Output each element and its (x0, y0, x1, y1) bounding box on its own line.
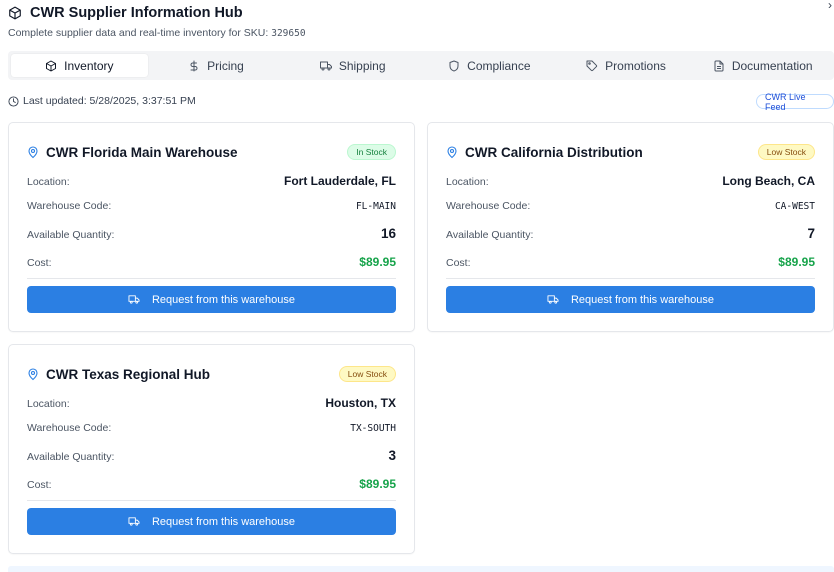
cost-value: $89.95 (359, 255, 396, 269)
package-icon (9, 6, 21, 20)
request-warehouse-button[interactable]: Request from this warehouse (446, 286, 815, 313)
divider (27, 500, 396, 501)
quantity-value: 3 (388, 448, 396, 463)
quantity-value: 7 (807, 226, 815, 241)
request-button-label: Request from this warehouse (151, 515, 296, 528)
tab-shipping[interactable]: Shipping (284, 54, 421, 77)
map-pin-icon (28, 145, 38, 158)
dollar-icon (190, 60, 198, 71)
last-updated: Last updated: 5/28/2025, 3:37:51 PM (8, 95, 196, 107)
truck-icon (128, 517, 140, 526)
map-pin-icon (447, 145, 457, 158)
warehouse-code-value: TX-SOUTH (350, 423, 396, 434)
stock-status-badge: Low Stock (338, 366, 396, 382)
clock-icon (8, 95, 19, 107)
quantity-label: Available Quantity: (446, 229, 534, 241)
request-button-label: Request from this warehouse (151, 293, 296, 306)
last-updated-text: Last updated: 5/28/2025, 3:37:51 PM (23, 95, 196, 107)
cost-value: $89.95 (778, 255, 815, 269)
request-button-label: Request from this warehouse (570, 293, 715, 306)
warehouse-card-california: CWR California Distribution Low Stock Lo… (427, 122, 834, 332)
quantity-value: 16 (380, 226, 396, 241)
map-pin-icon (28, 367, 38, 380)
warehouse-code-value: CA-WEST (774, 201, 815, 212)
divider (446, 278, 815, 279)
tab-label: Compliance (467, 58, 531, 73)
location-label: Location: (27, 398, 70, 410)
tab-inventory[interactable]: Inventory (11, 54, 148, 77)
tab-pricing[interactable]: Pricing (148, 54, 285, 77)
package-icon (46, 60, 57, 71)
location-label: Location: (27, 176, 70, 188)
tab-label: Pricing (207, 58, 244, 73)
cost-value: $89.95 (359, 477, 396, 491)
request-warehouse-button[interactable]: Request from this warehouse (27, 508, 396, 535)
warehouse-name: CWR California Distribution (465, 144, 643, 160)
cost-label: Cost: (27, 479, 52, 491)
divider (27, 278, 396, 279)
stock-status-badge: Low Stock (757, 144, 815, 160)
request-warehouse-button[interactable]: Request from this warehouse (27, 286, 396, 313)
location-value: Long Beach, CA (722, 174, 815, 188)
quantity-label: Available Quantity: (27, 229, 115, 241)
location-value: Fort Lauderdale, FL (283, 174, 396, 188)
subtitle-text: Complete supplier data and real-time inv… (8, 27, 272, 39)
tab-label: Inventory (64, 58, 114, 73)
truck-icon (547, 295, 559, 304)
truck-icon (128, 295, 140, 304)
sku-value: 329650 (271, 28, 306, 39)
bottom-panel-edge (8, 566, 834, 572)
truck-icon (319, 61, 332, 70)
shield-icon (449, 60, 459, 71)
location-value: Houston, TX (325, 396, 396, 410)
warehouse-code-label: Warehouse Code: (446, 200, 531, 212)
stock-status-badge: In Stock (347, 144, 396, 160)
tag-icon (586, 60, 598, 71)
tab-bar: Inventory Pricing Shipping Compliance Pr… (8, 51, 834, 80)
warehouse-name: CWR Texas Regional Hub (46, 366, 211, 382)
tab-label: Documentation (731, 58, 813, 73)
warehouse-name: CWR Florida Main Warehouse (46, 144, 238, 160)
tab-compliance[interactable]: Compliance (421, 54, 558, 77)
page-title: CWR Supplier Information Hub (30, 5, 243, 21)
tab-documentation[interactable]: Documentation (694, 54, 831, 77)
tab-label: Promotions (605, 58, 666, 73)
tab-promotions[interactable]: Promotions (558, 54, 695, 77)
close-chevron-icon[interactable]: › (828, 0, 832, 11)
location-label: Location: (446, 176, 489, 188)
warehouse-code-value: FL-MAIN (355, 201, 396, 212)
page-subtitle: Complete supplier data and real-time inv… (8, 27, 808, 39)
tab-label: Shipping (338, 58, 386, 73)
header: CWR Supplier Information Hub Complete su… (8, 4, 808, 39)
quantity-label: Available Quantity: (27, 451, 115, 463)
warehouse-code-label: Warehouse Code: (27, 422, 112, 434)
warehouse-code-label: Warehouse Code: (27, 200, 112, 212)
warehouse-card-florida: CWR Florida Main Warehouse In Stock Loca… (8, 122, 415, 332)
document-icon (714, 60, 724, 71)
live-feed-badge: CWR Live Feed (756, 92, 834, 112)
cost-label: Cost: (27, 257, 52, 269)
warehouse-card-texas: CWR Texas Regional Hub Low Stock Locatio… (8, 344, 415, 554)
cost-label: Cost: (446, 257, 471, 269)
